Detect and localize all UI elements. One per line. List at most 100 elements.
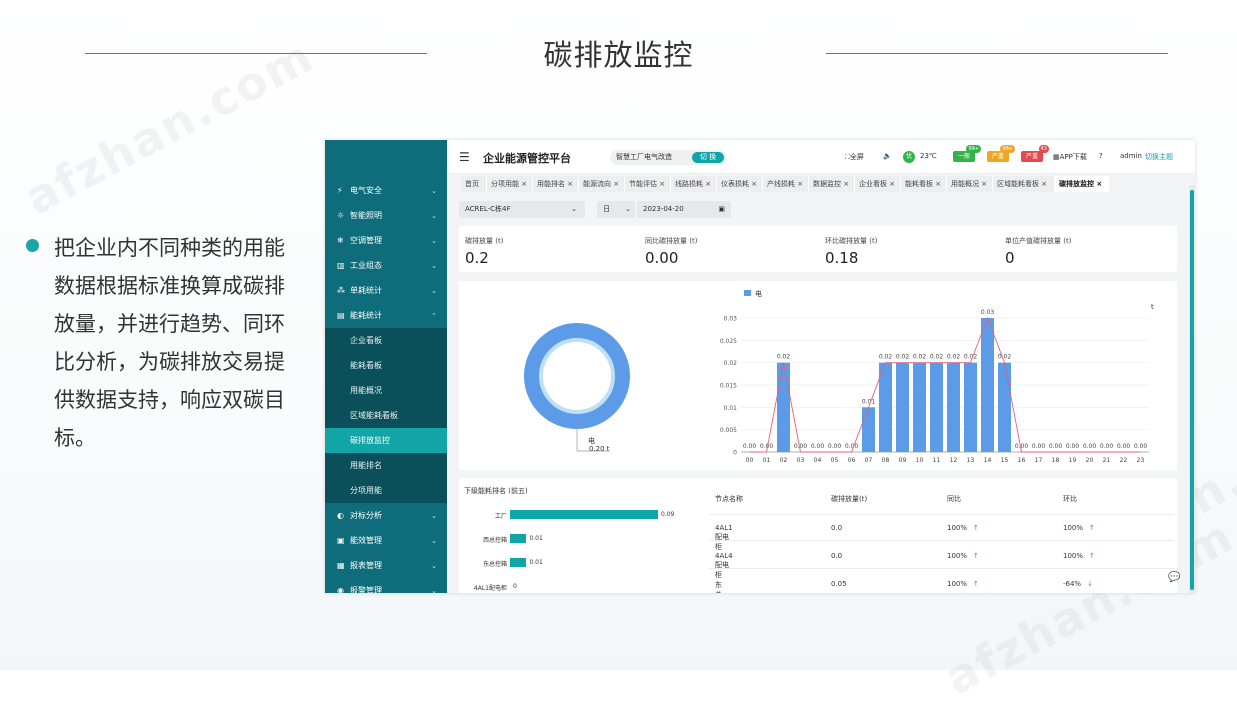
yoy-cell: 100% ↑ bbox=[947, 524, 979, 532]
y-tick-label: 0.02 bbox=[724, 360, 738, 367]
sidebar-item[interactable]: ▤ 能耗统计 ⌃ bbox=[325, 303, 447, 328]
sidebar-item[interactable]: ☼ 智能照明 ⌄ bbox=[325, 203, 447, 228]
hamburger-icon[interactable]: ☰ bbox=[459, 150, 470, 164]
tab[interactable]: 区域能耗看板 × bbox=[993, 176, 1055, 192]
tab[interactable]: 产线损耗 × bbox=[763, 176, 809, 192]
tab[interactable]: 首页 bbox=[461, 176, 487, 192]
table-header: 环比 bbox=[1063, 495, 1077, 503]
scrollbar-thumb[interactable] bbox=[1190, 190, 1194, 590]
arrow-up-icon: ↑ bbox=[973, 580, 979, 588]
data-label: 0.02 bbox=[964, 354, 978, 361]
date-picker[interactable]: 2023-04-20 ▣ bbox=[637, 201, 731, 218]
ranking-label: 东总控箱 bbox=[482, 561, 507, 568]
tab[interactable]: 分项用能 × bbox=[487, 176, 533, 192]
tab[interactable]: 企业看板 × bbox=[855, 176, 901, 192]
sidebar-subitem[interactable]: 分项用能 bbox=[325, 478, 447, 503]
close-icon[interactable]: × bbox=[795, 180, 803, 188]
user-name[interactable]: admin bbox=[1120, 152, 1142, 160]
tab[interactable]: 用能排名 × bbox=[533, 176, 579, 192]
kpi-value: 0 bbox=[1005, 249, 1015, 267]
table-divider bbox=[709, 568, 1174, 569]
sidebar-subitem[interactable]: 用能概况 bbox=[325, 378, 447, 403]
arrow-up-icon: ↑ bbox=[1089, 552, 1095, 560]
tab[interactable]: 能源流向 × bbox=[579, 176, 625, 192]
chat-icon[interactable]: 💬 bbox=[1168, 572, 1180, 583]
tab[interactable]: 数据监控 × bbox=[809, 176, 855, 192]
sidebar-item[interactable]: ⚡ 电气安全 ⌄ bbox=[325, 178, 447, 203]
sidebar-item[interactable]: ❄ 空调管理 ⌄ bbox=[325, 228, 447, 253]
tab[interactable]: 能耗看板 × bbox=[901, 176, 947, 192]
carbon-value: 0.0 bbox=[831, 552, 843, 560]
sidebar-subitem[interactable]: 能耗看板 bbox=[325, 353, 447, 378]
sidebar-item-label: 能耗统计 bbox=[350, 311, 382, 320]
x-tick-label: 23 bbox=[1137, 457, 1145, 464]
carbon-value: 0.0 bbox=[831, 524, 843, 532]
node-name: 东总控箱 bbox=[715, 581, 722, 593]
close-icon[interactable]: × bbox=[887, 180, 895, 188]
x-tick-label: 07 bbox=[865, 457, 873, 464]
sidebar-item[interactable]: ◐ 对标分析 ⌄ bbox=[325, 503, 447, 528]
data-label: 0.02 bbox=[896, 354, 910, 361]
sidebar-item[interactable]: ▥ 工业组态 ⌄ bbox=[325, 253, 447, 278]
help-icon[interactable]: ? bbox=[1099, 152, 1103, 160]
building-select[interactable]: ACREL-C栋4F ⌄ bbox=[459, 201, 585, 218]
sidebar-subitem[interactable]: 用能排名 bbox=[325, 453, 447, 478]
close-icon[interactable]: × bbox=[519, 180, 527, 188]
sidebar-item[interactable]: ⁂ 单耗统计 ⌄ bbox=[325, 278, 447, 303]
close-icon[interactable]: × bbox=[611, 180, 619, 188]
tab-label: 线路损耗 bbox=[675, 180, 703, 188]
data-label: 0.02 bbox=[930, 354, 944, 361]
bar bbox=[777, 362, 790, 452]
theme-switch[interactable]: 切换主题 bbox=[1145, 152, 1173, 162]
lightning-icon: ⚡ bbox=[337, 185, 343, 195]
alarm-icon: ◉ bbox=[337, 585, 344, 593]
close-icon[interactable]: × bbox=[657, 180, 665, 188]
bullet-dot bbox=[26, 239, 39, 252]
fullscreen-button[interactable]: ⛶全屏 bbox=[845, 152, 864, 162]
alert-critical-badge[interactable]: 严重 43 bbox=[1021, 145, 1049, 162]
sidebar-item-label: 报表管理 bbox=[350, 561, 382, 570]
ranking-label: 4AL1配电柜 bbox=[473, 585, 507, 592]
sidebar-subitem[interactable]: 区域能耗看板 bbox=[325, 403, 447, 428]
org-switch[interactable]: 智慧工厂电气改造 切 换 bbox=[610, 150, 726, 165]
alert-severe-badge[interactable]: 严重 99+ bbox=[987, 145, 1015, 162]
close-icon[interactable]: × bbox=[565, 180, 573, 188]
slide: afzhan.com afzhan.com afzhan.com 碳排放监控 把… bbox=[0, 0, 1237, 706]
close-icon[interactable]: × bbox=[841, 180, 849, 188]
bar bbox=[947, 362, 960, 452]
sidebar-item-label: 电气安全 bbox=[350, 186, 382, 195]
close-icon[interactable]: × bbox=[1039, 180, 1047, 188]
sidebar-item[interactable]: ▦ 报表管理 ⌄ bbox=[325, 553, 447, 578]
sidebar-subitem[interactable]: 企业看板 bbox=[325, 328, 447, 353]
mom-value: -64% bbox=[1063, 580, 1082, 588]
tab[interactable]: 仪表损耗 × bbox=[717, 176, 763, 192]
close-icon[interactable]: × bbox=[933, 180, 941, 188]
app-title: 企业能源管控平台 bbox=[483, 152, 571, 165]
close-icon[interactable]: × bbox=[749, 180, 757, 188]
sidebar-item-label: 单耗统计 bbox=[350, 286, 382, 295]
y-tick-label: 0 bbox=[733, 450, 737, 457]
chart-area: 电0.20 t电t00.0050.010.0150.020.0250.030.0… bbox=[524, 289, 1154, 464]
tab[interactable]: 节能评估 × bbox=[625, 176, 671, 192]
chevron-down-icon: ⌄ bbox=[431, 536, 437, 545]
sidebar-item-label: 能效管理 bbox=[350, 536, 382, 545]
period-select[interactable]: 日 ⌄ bbox=[597, 201, 635, 218]
app-download-button[interactable]: ▦APP下载 bbox=[1053, 152, 1087, 162]
close-icon[interactable]: × bbox=[703, 180, 711, 188]
tab[interactable]: 碳排放监控 × bbox=[1055, 176, 1109, 192]
tab[interactable]: 用能概况 × bbox=[947, 176, 993, 192]
close-icon[interactable]: × bbox=[1094, 180, 1102, 188]
alert-general-badge[interactable]: 一般 99+ bbox=[953, 145, 981, 162]
close-icon[interactable]: × bbox=[979, 180, 987, 188]
x-tick-label: 04 bbox=[814, 457, 822, 464]
mute-icon[interactable]: 🔈 bbox=[883, 152, 892, 160]
tab[interactable]: 线路损耗 × bbox=[671, 176, 717, 192]
y-tick-label: 0.025 bbox=[720, 338, 737, 345]
stats-icon: ⁂ bbox=[337, 285, 345, 295]
switch-button[interactable]: 切 换 bbox=[692, 152, 724, 163]
y-tick-label: 0.005 bbox=[720, 427, 737, 434]
sidebar-item[interactable]: ▣ 能效管理 ⌄ bbox=[325, 528, 447, 553]
chevron-down-icon: ⌄ bbox=[431, 211, 437, 220]
sidebar-item[interactable]: ◉ 报警管理 ⌄ bbox=[325, 578, 447, 593]
sidebar-subitem[interactable]: 碳排放监控 bbox=[325, 428, 447, 453]
